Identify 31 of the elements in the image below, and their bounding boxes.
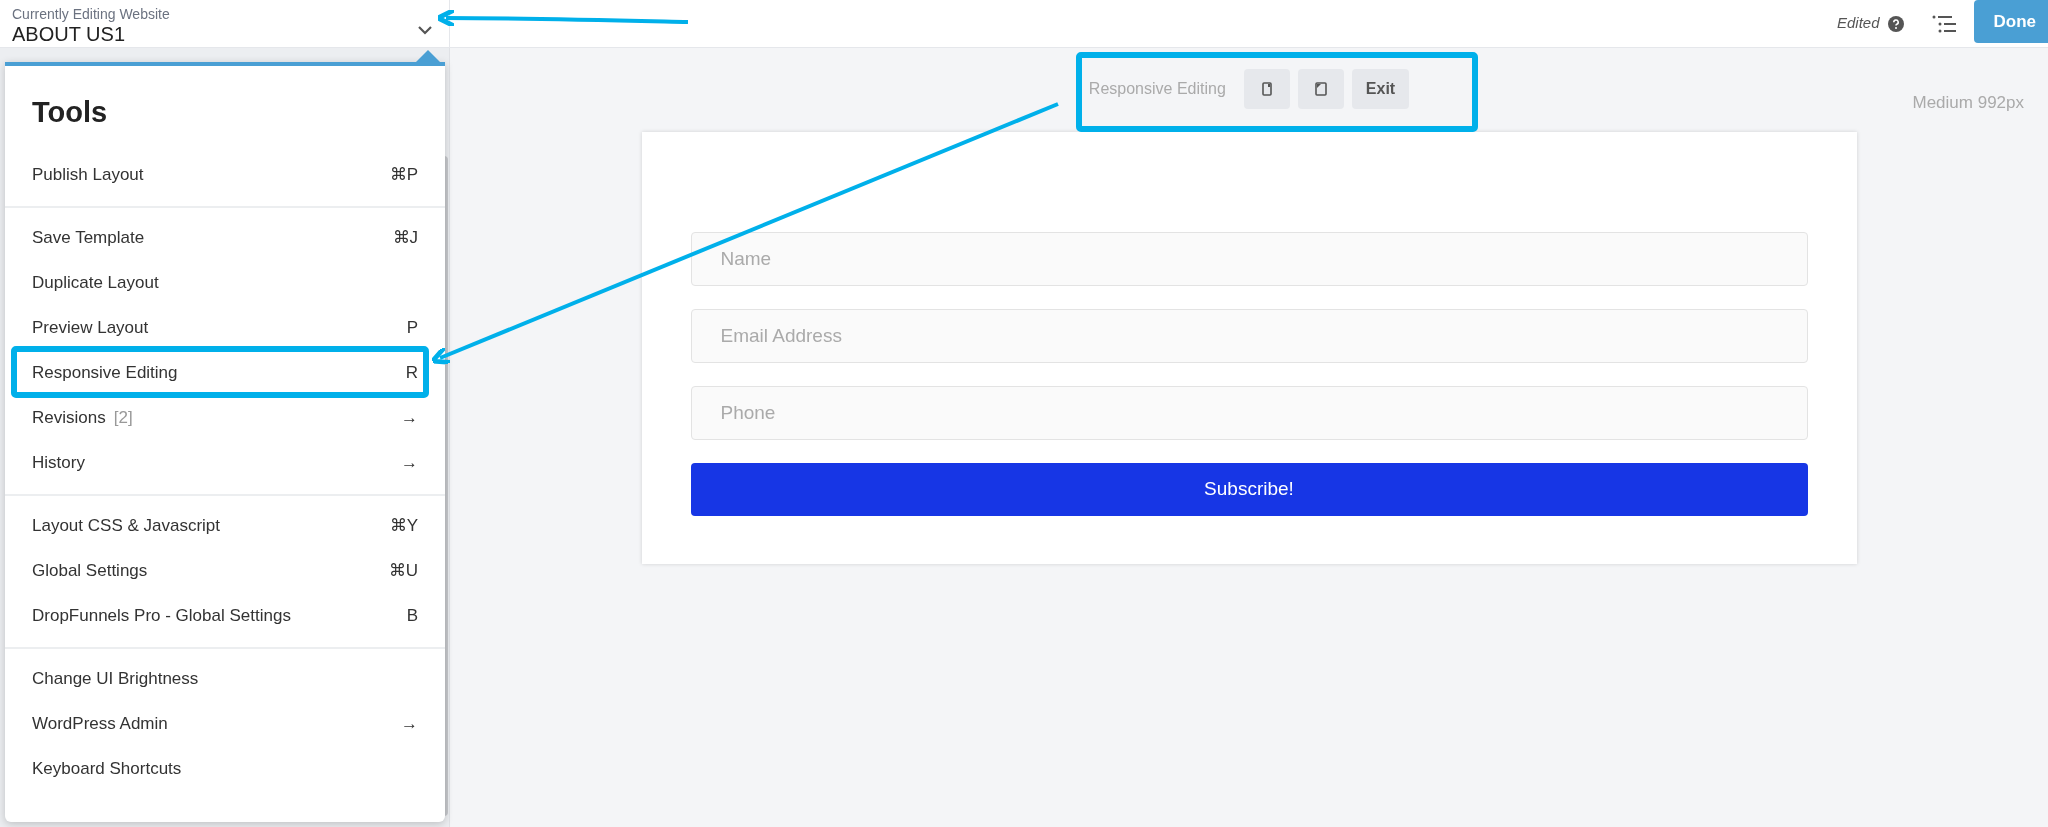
phone-view-button[interactable] <box>1243 69 1290 109</box>
outline-list-icon[interactable] <box>1931 13 1958 34</box>
input-field[interactable]: Phone <box>690 386 1808 440</box>
menu-item[interactable]: Preview Layout P <box>32 317 418 339</box>
edited-status: Edited <box>1836 13 1880 34</box>
subscribe-button[interactable]: Subscribe! <box>690 463 1808 516</box>
menu-item[interactable]: Save Template ⌘J <box>32 227 418 249</box>
menu-item[interactable]: WordPress Admin → <box>32 713 418 735</box>
menu-item[interactable]: Publish Layout ⌘P <box>32 164 418 186</box>
exit-button[interactable]: Exit <box>1351 69 1410 109</box>
menu-title: Tools <box>31 95 109 130</box>
menu-item[interactable]: Revisions [2] → <box>32 407 418 429</box>
website-title: ABOUT US1 <box>12 22 126 46</box>
menu-item[interactable]: History → <box>32 452 418 474</box>
responsive-editing-label: Responsive Editing <box>1088 79 1226 99</box>
chevron-down-icon[interactable] <box>417 24 433 35</box>
menu-item[interactable]: Responsive Editing R <box>32 362 418 384</box>
menu-item[interactable]: Change UI Brightness <box>32 668 418 690</box>
tablet-view-button[interactable] <box>1297 69 1344 109</box>
help-icon[interactable] <box>1887 15 1904 32</box>
menu-item[interactable]: DropFunnels Pro - Global Settings B <box>32 605 418 627</box>
menu-item[interactable]: Layout CSS & Javascript ⌘Y <box>32 515 418 537</box>
menu-item[interactable]: Duplicate Layout <box>32 272 418 294</box>
input-field[interactable]: Email Address <box>690 309 1808 363</box>
menu-item[interactable]: Global Settings ⌘U <box>32 560 418 582</box>
tablet-icon <box>1314 82 1327 96</box>
breakpoint-label: Medium 992px <box>1912 92 2024 114</box>
phone-icon <box>1261 82 1272 96</box>
menu-item[interactable]: Keyboard Shortcuts <box>32 758 418 780</box>
header-label: Currently Editing Website <box>12 5 170 22</box>
input-field[interactable]: Name <box>690 232 1808 286</box>
